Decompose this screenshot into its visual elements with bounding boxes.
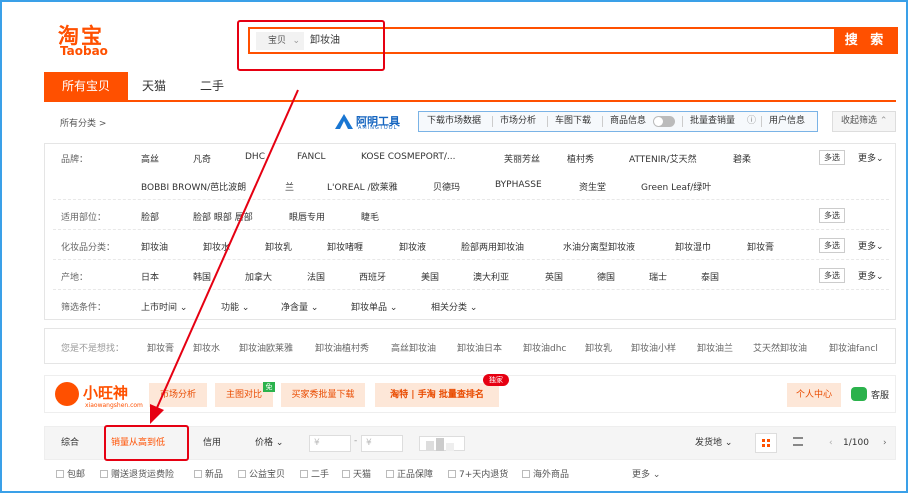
annotation-arrow-icon [150, 89, 299, 424]
